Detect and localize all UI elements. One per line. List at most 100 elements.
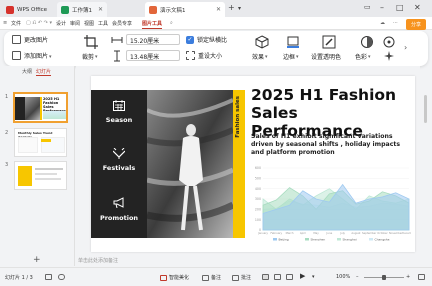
color-icon[interactable] xyxy=(360,35,374,49)
slide-sorter-icon[interactable] xyxy=(274,274,283,280)
effect-icon[interactable] xyxy=(255,35,269,49)
new-tab-button[interactable]: + xyxy=(228,3,235,12)
width-icon xyxy=(111,37,123,43)
border-icon[interactable] xyxy=(286,35,300,49)
zoom-in-icon[interactable]: + xyxy=(406,274,410,280)
lock-ratio-checkbox[interactable]: ✓ 锁定纵横比 xyxy=(186,35,227,44)
legend-swatch-shanghai xyxy=(337,238,341,241)
notes-area[interactable]: 单击此处添加备注 xyxy=(76,257,420,266)
color-button[interactable]: 色彩 xyxy=(355,52,371,61)
close-tab-icon[interactable]: ✕ xyxy=(98,6,103,13)
width-input[interactable]: 15.20厘米 xyxy=(126,34,180,45)
crop-icon[interactable] xyxy=(84,35,98,49)
sparkle-icon[interactable] xyxy=(384,51,394,61)
close-window-button[interactable]: ✕ xyxy=(414,3,421,12)
side-label: Fashion sales xyxy=(235,96,241,138)
megaphone-icon xyxy=(113,197,124,208)
add-picture-button[interactable]: 添加图片 xyxy=(12,51,52,60)
change-picture-button[interactable]: 更改图片 xyxy=(12,35,48,44)
maximize-button[interactable]: □ xyxy=(396,3,404,12)
slide-thumbnail-2[interactable]: Monthly Sales Trend Analysis xyxy=(14,128,67,157)
tab-workbook[interactable]: 工作簿1 ✕ xyxy=(57,2,107,17)
reading-view-icon[interactable] xyxy=(286,274,295,280)
zoom-slider-thumb[interactable] xyxy=(382,275,386,280)
y-tick-label: 200 xyxy=(255,208,261,212)
comments-icon xyxy=(232,274,239,281)
theme-icon[interactable] xyxy=(45,274,54,280)
close-tab-icon[interactable]: ✕ xyxy=(216,6,221,13)
tab-presentation[interactable]: 演示文稿1 ✕ xyxy=(145,2,225,17)
vertical-scrollbar[interactable] xyxy=(424,95,427,123)
app-brand: WPS Office xyxy=(17,6,48,13)
zoom-out-icon[interactable]: – xyxy=(356,274,359,280)
change-picture-label: 更改图片 xyxy=(24,37,49,44)
border-button[interactable]: 边框 xyxy=(283,52,299,61)
reset-size-button[interactable]: 重设大小 xyxy=(186,51,222,60)
x-tick-label: March xyxy=(286,231,294,235)
y-tick-label: 600 xyxy=(255,166,261,170)
slide-thumbnail-3[interactable] xyxy=(14,161,67,190)
add-slide-button[interactable]: + xyxy=(33,255,41,265)
notes-label: 备注 xyxy=(211,275,222,281)
set-transparent-button[interactable]: 设置透明色 xyxy=(311,52,341,61)
slide-title[interactable]: 2025 H1 Fashion Sales Performance xyxy=(251,86,411,140)
more-icon[interactable]: ⋯ xyxy=(393,20,398,26)
cloud-icon[interactable]: ☁ xyxy=(380,20,385,26)
menu-item-picture-tools[interactable]: 图片工具 xyxy=(142,20,163,29)
adjust-icon[interactable] xyxy=(382,35,396,49)
smart-beautify-label: 智能美化 xyxy=(169,275,190,281)
height-input[interactable]: 13.48厘米 xyxy=(126,50,180,61)
spellcheck-icon[interactable] xyxy=(58,274,67,280)
play-icon[interactable]: ▶ xyxy=(300,272,305,280)
tab-outline[interactable]: 大纲 xyxy=(22,68,32,75)
zoom-dropdown-icon[interactable]: ▾ xyxy=(312,274,315,280)
quick-access-icons[interactable]: ▢ ⎌ ↶ ↷ ▾ xyxy=(26,20,52,26)
effect-button[interactable]: 效果 xyxy=(252,52,268,61)
smart-beautify-button[interactable]: 智能美化 xyxy=(160,274,189,281)
ribbon-scroll-right-icon[interactable]: › xyxy=(404,43,407,52)
side-label-wrap: Fashion sales xyxy=(234,96,244,156)
tab-list-button[interactable]: ▾ xyxy=(238,5,241,12)
x-tick-label: April xyxy=(300,231,306,235)
thumb-number: 1 xyxy=(5,94,9,100)
menu-item-view[interactable]: 视图 xyxy=(84,20,94,27)
hamburger-icon[interactable]: ≡ xyxy=(3,20,7,26)
sales-area-chart[interactable]: 0100200300400500600January February March A… xyxy=(251,166,411,246)
crop-button[interactable]: 裁剪 xyxy=(82,52,98,61)
slide-thumbnail-1[interactable]: 2025 H1 Fashion Sales Performance xyxy=(13,92,68,123)
checkbox-checked-icon: ✓ xyxy=(186,35,194,44)
comments-button[interactable]: 批注 xyxy=(232,274,251,281)
menu-item-design[interactable]: 设计 xyxy=(56,20,66,27)
y-tick-label: 100 xyxy=(255,218,261,222)
tab-slides[interactable]: 幻灯片 xyxy=(36,68,52,76)
y-tick-label: 500 xyxy=(255,177,261,181)
lock-ratio-label: 锁定纵横比 xyxy=(197,37,228,44)
slide-subtitle[interactable]: Sales of H1 exhibit significant variatio… xyxy=(251,133,411,157)
search-icon[interactable]: ⌕ xyxy=(170,20,173,26)
x-tick-label: February xyxy=(271,231,283,235)
normal-view-icon[interactable] xyxy=(262,274,271,280)
minimize-button[interactable]: – xyxy=(380,3,384,12)
fashion-model-photo[interactable] xyxy=(147,90,233,238)
menu-item-member[interactable]: 会员专享 xyxy=(112,20,132,27)
menu-item-review[interactable]: 审阅 xyxy=(70,20,80,27)
reset-size-icon xyxy=(186,51,195,60)
dark-side-panel: Season Festivals Promotion xyxy=(91,90,147,238)
menu-item-tools[interactable]: 工具 xyxy=(98,20,108,27)
legend-label-beijing: Beijing xyxy=(279,237,289,241)
set-transparent-icon[interactable] xyxy=(322,35,336,49)
thumb-number: 3 xyxy=(5,162,9,168)
slide-canvas[interactable]: Season Festivals Promotion Fashion sales… xyxy=(91,76,415,252)
share-button[interactable]: 分享 xyxy=(405,19,426,30)
notes-button[interactable]: 备注 xyxy=(202,274,221,281)
presentation-icon xyxy=(149,5,157,14)
tab-wps-home[interactable]: WPS Office xyxy=(2,2,52,17)
reset-size-label: 重设大小 xyxy=(198,53,223,60)
menu-file[interactable]: 文件 xyxy=(11,20,21,27)
add-picture-label: 添加图片 xyxy=(24,51,52,60)
layout-icon[interactable]: ▭ xyxy=(364,3,371,11)
fit-window-icon[interactable] xyxy=(418,274,427,280)
comments-label: 批注 xyxy=(241,275,252,281)
x-tick-label: September xyxy=(362,231,377,235)
zoom-level[interactable]: 100% xyxy=(336,274,350,280)
